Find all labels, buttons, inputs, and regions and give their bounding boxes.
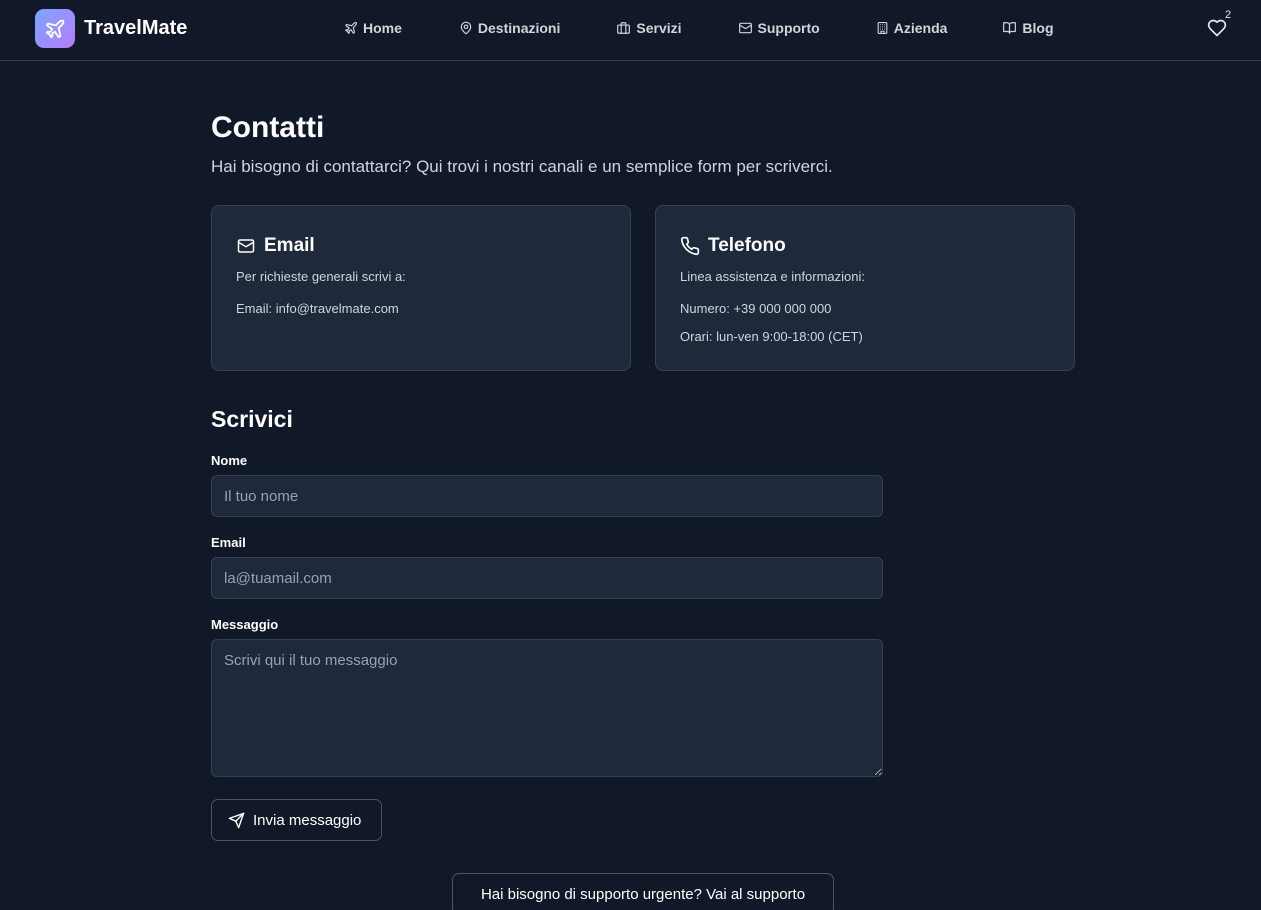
email-label: Email — [211, 535, 246, 550]
email-card-title-text: Email — [264, 235, 315, 256]
brand-name: TravelMate — [84, 17, 188, 39]
mail-icon — [237, 239, 255, 253]
form-title: Scrivici — [211, 406, 293, 432]
building-icon — [877, 22, 888, 34]
phone-card-hours: Orari: lun-ven 9:00-18:00 (CET) — [680, 329, 863, 344]
top-navigation-bar: TravelMate Home Destinazioni Servizi Sup… — [0, 0, 1261, 61]
page-title: Contatti — [211, 111, 325, 144]
submit-button-label: Invia messaggio — [253, 811, 362, 829]
nav-azienda[interactable]: Azienda — [876, 19, 948, 37]
phone-card-title: Telefono — [680, 235, 786, 257]
phone-card-title-text: Telefono — [708, 235, 786, 256]
favorites-count-badge: 2 — [1225, 9, 1232, 21]
main-nav: Home Destinazioni Servizi Supporto Azien… — [344, 19, 1054, 37]
favorites-button[interactable] — [1207, 18, 1227, 43]
briefcase-icon — [617, 22, 631, 34]
heart-icon — [1207, 19, 1227, 37]
nav-home[interactable]: Home — [344, 19, 402, 37]
page-subtitle: Hai bisogno di contattarci? Qui trovi i … — [211, 157, 833, 176]
plane-logo-icon — [35, 9, 75, 48]
nav-servizi-label: Servizi — [636, 20, 682, 36]
nav-servizi[interactable]: Servizi — [616, 19, 682, 37]
message-textarea[interactable] — [211, 639, 883, 777]
phone-card: Telefono Linea assistenza e informazioni… — [655, 205, 1075, 371]
name-label: Nome — [211, 453, 248, 468]
nav-destinazioni[interactable]: Destinazioni — [459, 19, 560, 37]
nav-supporto-label: Supporto — [757, 20, 820, 36]
map-pin-icon — [460, 21, 472, 35]
phone-card-intro: Linea assistenza e informazioni: — [680, 269, 865, 284]
urgent-support-button[interactable]: Hai bisogno di supporto urgente? Vai al … — [452, 873, 834, 910]
message-label: Messaggio — [211, 617, 279, 632]
nav-azienda-label: Azienda — [893, 20, 948, 36]
urgent-support-label: Hai bisogno di supporto urgente? Vai al … — [480, 885, 806, 903]
email-card-address: Email: info@travelmate.com — [236, 301, 399, 316]
email-card-title: Email — [236, 235, 315, 257]
brand-link[interactable]: TravelMate — [35, 9, 187, 48]
nav-blog[interactable]: Blog — [1002, 19, 1054, 37]
nav-home-label: Home — [363, 20, 402, 36]
phone-card-number: Numero: +39 000 000 000 — [680, 301, 832, 316]
name-input[interactable] — [211, 475, 883, 517]
nav-blog-label: Blog — [1022, 20, 1054, 36]
nav-destinazioni-label: Destinazioni — [477, 20, 561, 36]
email-card: Email Per richieste generali scrivi a: E… — [211, 205, 631, 371]
submit-button[interactable]: Invia messaggio — [211, 799, 382, 841]
book-open-icon — [1003, 22, 1017, 34]
email-card-intro: Per richieste generali scrivi a: — [236, 269, 406, 284]
nav-supporto[interactable]: Supporto — [738, 19, 820, 37]
mail-icon — [738, 22, 752, 34]
plane-icon — [345, 22, 357, 34]
phone-icon — [680, 236, 700, 256]
email-input[interactable] — [211, 557, 883, 599]
send-icon — [228, 812, 245, 828]
